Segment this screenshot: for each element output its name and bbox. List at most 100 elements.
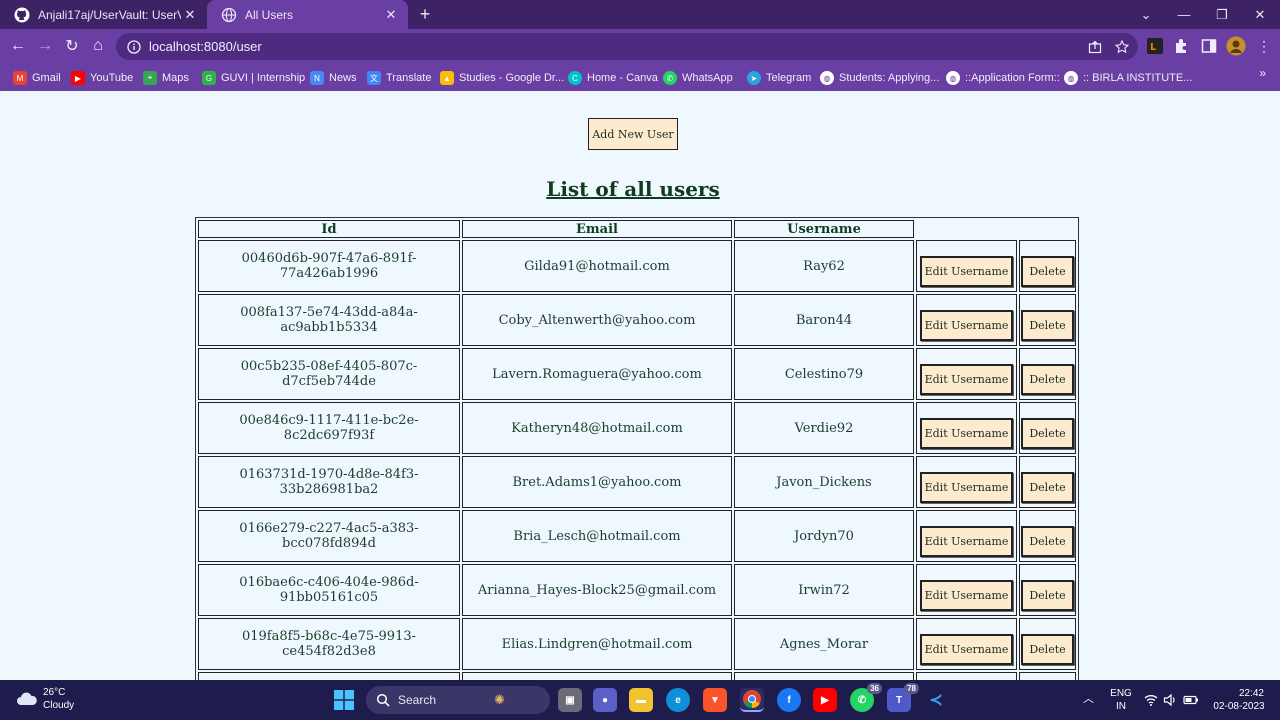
bookmark-label: ::Application Form:: bbox=[965, 72, 1060, 84]
chrome-icon[interactable] bbox=[740, 688, 764, 712]
clock-date: 02-08-2023 bbox=[1213, 701, 1265, 712]
bookmark-label: GUVI | Internship bbox=[221, 72, 306, 84]
bookmark-telegram[interactable]: ➤ Telegram bbox=[747, 68, 811, 88]
clock[interactable]: 22:42 02-08-2023 bbox=[1208, 687, 1270, 713]
bookmark-translate[interactable]: 文 Translate bbox=[367, 68, 431, 88]
edit-username-button[interactable]: Edit Username bbox=[920, 363, 1013, 395]
bookmark-whatsapp[interactable]: ✆ WhatsApp bbox=[663, 68, 733, 88]
profile-avatar-icon[interactable] bbox=[1226, 36, 1246, 56]
delete-cell: Delete bbox=[1019, 456, 1076, 508]
bookmark-drive[interactable]: ▲ Studies - Google Dr... bbox=[440, 68, 564, 88]
star-icon[interactable] bbox=[1115, 40, 1129, 54]
delete-cell: Delete bbox=[1019, 510, 1076, 562]
table-row bbox=[198, 672, 1076, 680]
speaker-icon[interactable] bbox=[1163, 693, 1177, 707]
delete-button[interactable]: Delete bbox=[1021, 255, 1074, 287]
window-close-icon[interactable]: ✕ bbox=[1241, 0, 1279, 29]
teams-chat-icon[interactable]: ● bbox=[593, 688, 617, 712]
tab-search-chevron-icon[interactable]: ⌄ bbox=[1127, 0, 1165, 29]
bookmark-gmail[interactable]: M Gmail bbox=[13, 68, 61, 88]
edit-username-button[interactable]: Edit Username bbox=[920, 255, 1013, 287]
edge-icon[interactable]: e bbox=[666, 688, 690, 712]
user-email-cell: Gilda91@hotmail.com bbox=[462, 240, 732, 292]
menu-dots-icon[interactable]: ⋮ bbox=[1252, 34, 1276, 58]
edit-cell: Edit Username bbox=[916, 240, 1017, 292]
page-title: List of all users bbox=[546, 177, 720, 201]
bookmark-maps[interactable]: ⌖ Maps bbox=[143, 68, 189, 88]
vscode-icon[interactable]: ≺ bbox=[924, 688, 948, 712]
whatsapp-icon: ✆ bbox=[663, 71, 677, 85]
user-username-cell bbox=[734, 672, 914, 680]
column-header-id: Id bbox=[198, 220, 460, 238]
delete-button[interactable]: Delete bbox=[1021, 417, 1074, 449]
bookmark-label: Translate bbox=[386, 72, 432, 84]
address-bar[interactable]: localhost:8080/user bbox=[116, 33, 1138, 60]
close-icon[interactable]: ✕ bbox=[181, 7, 199, 23]
delete-button[interactable]: Delete bbox=[1021, 363, 1074, 395]
back-arrow-icon[interactable]: ← bbox=[6, 34, 30, 58]
windows-start-icon[interactable] bbox=[334, 690, 354, 710]
edit-username-button[interactable]: Edit Username bbox=[920, 525, 1013, 557]
battery-icon[interactable] bbox=[1183, 693, 1199, 707]
task-view-icon[interactable]: ▣ bbox=[558, 688, 582, 712]
delete-button[interactable]: Delete bbox=[1021, 633, 1074, 665]
puzzle-icon[interactable] bbox=[1173, 37, 1191, 55]
globe-icon: ◍ bbox=[946, 71, 960, 85]
wifi-icon[interactable] bbox=[1144, 693, 1158, 707]
minimize-icon[interactable]: — bbox=[1165, 0, 1203, 29]
language-indicator[interactable]: ENG IN bbox=[1108, 687, 1134, 713]
tab-all-users[interactable]: All Users ✕ bbox=[207, 0, 408, 29]
extension-icon[interactable]: L bbox=[1146, 37, 1164, 55]
delete-button[interactable]: Delete bbox=[1021, 579, 1074, 611]
show-hidden-icons-chevron-icon[interactable]: ︿ bbox=[1083, 693, 1094, 706]
delete-button[interactable]: Delete bbox=[1021, 471, 1074, 503]
weather-widget[interactable]: 26°C Cloudy bbox=[16, 686, 74, 712]
facebook-icon[interactable]: f bbox=[777, 688, 801, 712]
edit-username-button[interactable]: Edit Username bbox=[920, 633, 1013, 665]
user-id-cell: 00c5b235-08ef-4405-807c-d7cf5eb744de bbox=[198, 348, 460, 400]
new-tab-button[interactable]: + bbox=[414, 3, 436, 25]
bookmark-birla[interactable]: ◍:: BIRLA INSTITUTE... bbox=[1064, 68, 1192, 88]
add-new-user-button[interactable]: Add New User bbox=[588, 118, 678, 150]
forward-arrow-icon[interactable]: → bbox=[33, 34, 57, 58]
bookmark-label: Studies - Google Dr... bbox=[459, 72, 565, 84]
user-username-cell: Ray62 bbox=[734, 240, 914, 292]
bookmark-news[interactable]: N News bbox=[310, 68, 357, 88]
youtube-icon[interactable]: ▶ bbox=[813, 688, 837, 712]
bookmark-guvi[interactable]: G GUVI | Internship bbox=[202, 68, 305, 88]
table-row: 0163731d-1970-4d8e-84f3-33b286981ba2 Bre… bbox=[198, 456, 1076, 508]
close-icon[interactable]: ✕ bbox=[382, 7, 400, 23]
language-code: ENG bbox=[1110, 688, 1132, 699]
delete-button[interactable]: Delete bbox=[1021, 525, 1074, 557]
delete-cell: Delete bbox=[1019, 348, 1076, 400]
tab-github[interactable]: Anjali17aj/UserVault: UserVault: ✕ bbox=[0, 0, 207, 29]
user-email-cell: Bret.Adams1@yahoo.com bbox=[462, 456, 732, 508]
bookmark-canva[interactable]: C Home - Canva bbox=[568, 68, 658, 88]
brave-icon[interactable]: ▼ bbox=[703, 688, 727, 712]
maximize-icon[interactable]: ❐ bbox=[1203, 0, 1241, 29]
region-code: IN bbox=[1116, 701, 1126, 712]
teams-icon[interactable]: T 78 bbox=[887, 683, 919, 712]
side-panel-icon[interactable] bbox=[1200, 37, 1218, 55]
bookmark-students[interactable]: ◍ Students: Applying... bbox=[820, 68, 939, 88]
user-email-cell: Arianna_Hayes-Block25@gmail.com bbox=[462, 564, 732, 616]
more-bookmarks-icon[interactable]: » bbox=[1259, 66, 1266, 80]
reload-icon[interactable]: ↻ bbox=[60, 34, 84, 58]
user-id-cell: 00e846c9-1117-411e-bc2e-8c2dc697f93f bbox=[198, 402, 460, 454]
user-username-cell: Verdie92 bbox=[734, 402, 914, 454]
delete-button[interactable]: Delete bbox=[1021, 309, 1074, 341]
bookmark-label: News bbox=[329, 72, 357, 84]
edit-username-button[interactable]: Edit Username bbox=[920, 579, 1013, 611]
delete-cell: Delete bbox=[1019, 618, 1076, 670]
taskbar-search[interactable]: Search ✺ bbox=[366, 686, 550, 714]
whatsapp-icon[interactable]: ✆ 36 bbox=[850, 683, 882, 712]
edit-username-button[interactable]: Edit Username bbox=[920, 471, 1013, 503]
edit-username-button[interactable]: Edit Username bbox=[920, 417, 1013, 449]
globe-icon: ◍ bbox=[820, 71, 834, 85]
bookmark-youtube[interactable]: ▶ YouTube bbox=[71, 68, 133, 88]
bookmark-application-form[interactable]: ◍::Application Form:: bbox=[946, 68, 1060, 88]
share-icon[interactable] bbox=[1088, 40, 1102, 54]
edit-username-button[interactable]: Edit Username bbox=[920, 309, 1013, 341]
file-explorer-icon[interactable]: ▬ bbox=[629, 688, 653, 712]
home-icon[interactable]: ⌂ bbox=[86, 34, 110, 58]
